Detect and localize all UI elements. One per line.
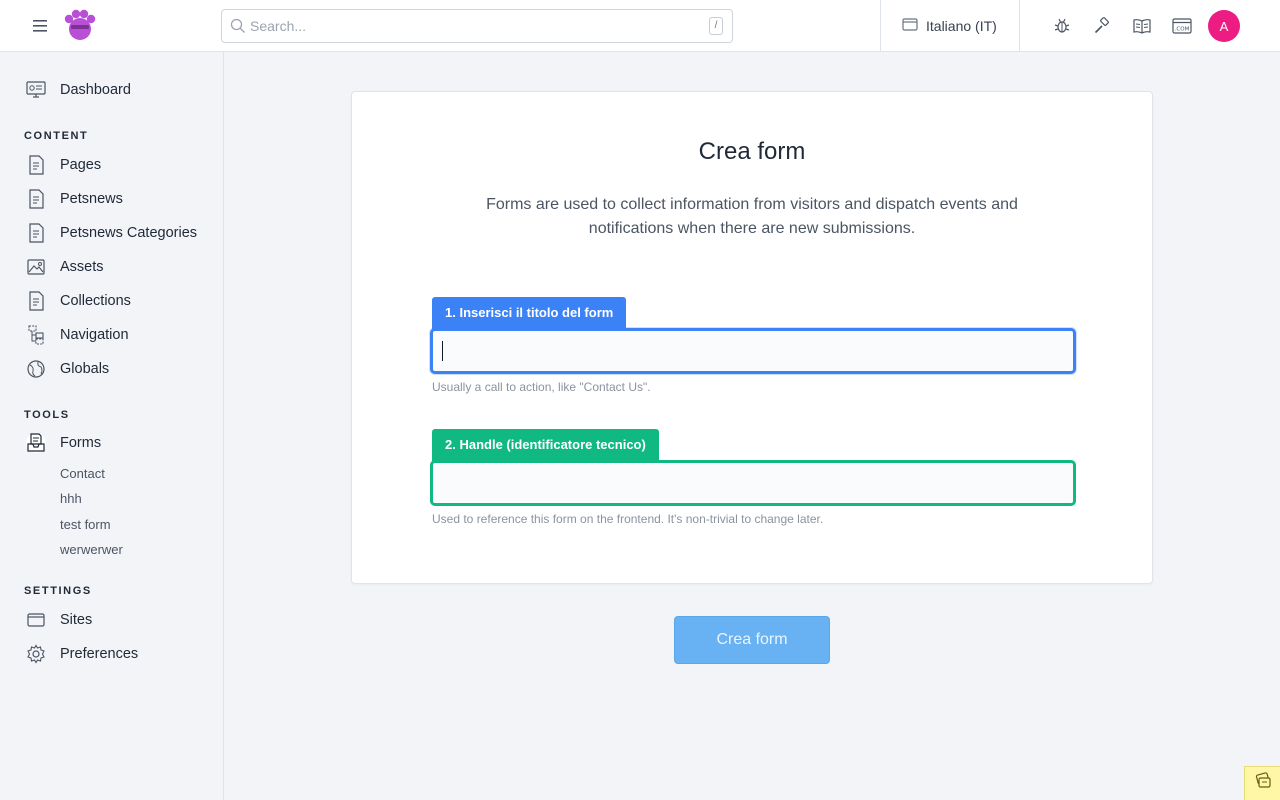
globe-icon: [26, 359, 46, 379]
sidebar-item-label: Navigation: [60, 327, 129, 343]
debug-toolbar-toggle[interactable]: [1244, 766, 1280, 800]
sidebar-item-forms[interactable]: Forms: [26, 432, 101, 454]
create-form-button[interactable]: Crea form: [674, 616, 830, 664]
sidebar-item-petsnews[interactable]: Petsnews: [26, 188, 123, 210]
sidebar-item-pages[interactable]: Pages: [26, 154, 101, 176]
website-browser-icon[interactable]: .COM: [1172, 16, 1192, 36]
sidebar-subitem-hhh[interactable]: hhh: [60, 491, 82, 506]
sidebar-item-label: Assets: [60, 259, 104, 275]
section-heading-tools: TOOLS: [24, 409, 70, 421]
sidebar: Dashboard CONTENT Pages Petsnews Petsnew…: [0, 52, 224, 800]
sidebar-item-label: Preferences: [60, 646, 139, 662]
sidebar-item-dashboard[interactable]: Dashboard: [26, 79, 131, 101]
sidebar-item-label: Collections: [60, 293, 131, 309]
sites-icon: [26, 610, 46, 630]
handle-field-label: 2. Handle (identificatore tecnico): [432, 429, 659, 461]
sidebar-item-assets[interactable]: Assets: [26, 256, 104, 278]
page-title: Crea form: [698, 138, 806, 165]
sidebar-item-label: Forms: [60, 435, 102, 451]
debug-toolbar-icon: [1254, 772, 1272, 795]
sidebar-item-globals[interactable]: Globals: [26, 358, 109, 380]
menu-toggle-icon[interactable]: [29, 17, 51, 35]
page-description: Forms are used to collect information fr…: [486, 196, 1018, 237]
section-heading-content: CONTENT: [24, 130, 89, 142]
inbox-form-icon: [26, 433, 46, 453]
sidebar-item-collections[interactable]: Collections: [26, 290, 131, 312]
form-title-input[interactable]: [433, 331, 1073, 371]
text-caret: [442, 341, 443, 361]
sidebar-item-label: Globals: [60, 361, 110, 377]
header-divider: [1019, 0, 1020, 52]
image-assets-icon: [26, 257, 46, 277]
sites-icon: [902, 17, 918, 35]
header-divider: [880, 0, 881, 52]
dashboard-icon: [26, 80, 46, 100]
sidebar-item-sites[interactable]: Sites: [26, 609, 92, 631]
sidebar-subitem-werwerwer[interactable]: werwerwer: [60, 542, 123, 557]
search-icon: [230, 18, 246, 34]
title-field-wrapper[interactable]: [430, 328, 1076, 374]
create-form-card: Crea form Forms are used to collect info…: [351, 91, 1153, 584]
page-edit-icon: [26, 155, 46, 175]
site-selector[interactable]: Italiano (IT): [902, 0, 997, 52]
hammer-icon[interactable]: [1092, 16, 1112, 36]
sidebar-item-navigation[interactable]: Navigation: [26, 324, 129, 346]
svg-text:.COM: .COM: [1175, 27, 1190, 33]
page-edit-icon: [26, 223, 46, 243]
sidebar-item-preferences[interactable]: Preferences: [26, 643, 138, 665]
sidebar-item-label: Pages: [60, 157, 102, 173]
open-book-icon[interactable]: [1132, 16, 1152, 36]
user-avatar[interactable]: A: [1208, 10, 1240, 42]
top-bar: / Italiano (IT) .COM A: [0, 0, 1280, 52]
sidebar-item-petsnews-categories[interactable]: Petsnews Categories: [26, 222, 197, 244]
search-box[interactable]: /: [221, 9, 733, 43]
sitemap-icon: [26, 325, 46, 345]
search-shortcut-key: /: [709, 17, 723, 35]
sidebar-subitem-contact[interactable]: Contact: [60, 466, 105, 481]
form-handle-input[interactable]: [433, 463, 1073, 503]
gear-icon: [26, 644, 46, 664]
paw-logo-icon[interactable]: [62, 8, 98, 44]
sidebar-subitem-test-form[interactable]: test form: [60, 517, 111, 532]
sidebar-item-label: Petsnews Categories: [60, 225, 198, 241]
title-field-help: Usually a call to action, like "Contact …: [432, 380, 651, 394]
sidebar-item-label: Dashboard: [60, 82, 131, 98]
sidebar-item-label: Sites: [60, 612, 93, 628]
handle-field-help: Used to reference this form on the front…: [432, 512, 824, 526]
handle-field-wrapper[interactable]: [430, 460, 1076, 506]
section-heading-settings: SETTINGS: [24, 585, 92, 597]
title-field-label: 1. Inserisci il titolo del form: [432, 297, 627, 329]
search-input[interactable]: [250, 10, 720, 42]
site-selector-label: Italiano (IT): [926, 18, 997, 34]
sidebar-item-label: Petsnews: [60, 191, 123, 207]
collections-icon: [26, 291, 46, 311]
debug-bug-icon[interactable]: [1052, 16, 1072, 36]
page-edit-icon: [26, 189, 46, 209]
